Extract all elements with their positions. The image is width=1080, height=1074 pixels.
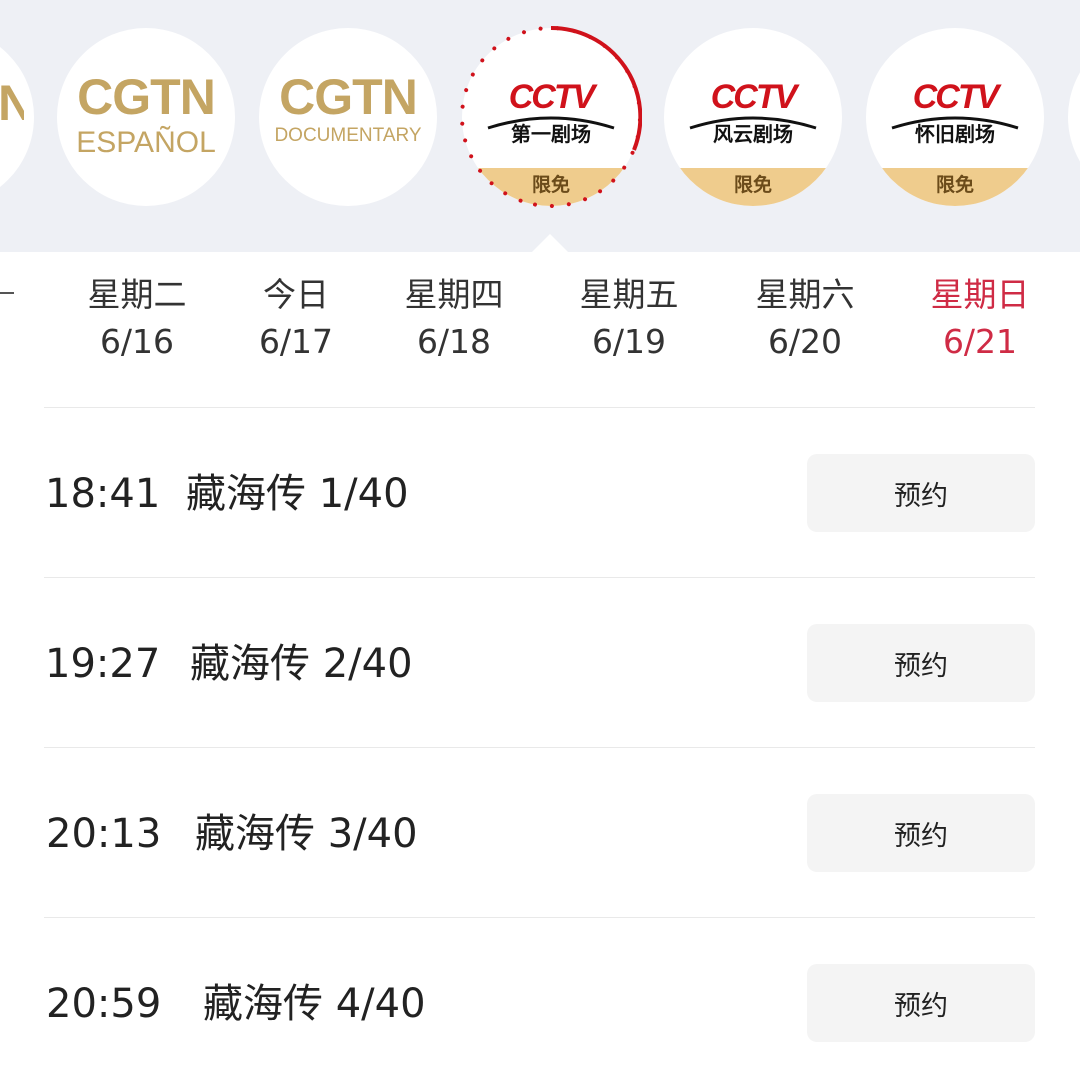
cgtn-logo-text: CGTN bbox=[279, 69, 418, 125]
day-tab-thursday[interactable]: 星期四 6/18 bbox=[384, 278, 524, 358]
channel-partial-label: N bbox=[0, 78, 24, 128]
day-tab-weekday: 星期二 bbox=[87, 275, 187, 314]
free-badge: 限免 bbox=[866, 168, 1044, 206]
channel-cgtn-documentary[interactable]: CGTN DOCUMENTARY bbox=[259, 28, 437, 206]
day-tab-tuesday[interactable]: 星期二 6/16 bbox=[67, 278, 207, 358]
reserve-button[interactable]: 预约 bbox=[807, 624, 1035, 702]
cgtn-logo-text: CGTN bbox=[77, 69, 216, 125]
day-tab-date: 6/21 bbox=[942, 322, 1018, 361]
reserve-button[interactable]: 预约 bbox=[807, 794, 1035, 872]
channel-cctv-fengyun-juchang[interactable]: CCTV 风云剧场 限免 bbox=[664, 28, 842, 206]
day-tab-saturday[interactable]: 星期六 6/20 bbox=[735, 278, 875, 358]
channel-name: 第一剧场 bbox=[511, 122, 591, 146]
channel-name: 怀旧剧场 bbox=[915, 122, 995, 146]
day-tab-weekday: 星期五 bbox=[579, 275, 679, 314]
cctv-logo-text: CCTV bbox=[710, 78, 798, 116]
channel-strip: N CGTN ESPAÑOL CGTN DOCUMENTARY CCTV 第一剧… bbox=[0, 0, 1080, 252]
day-tab-date: 6/18 bbox=[416, 322, 492, 361]
day-tab-today[interactable]: 今日 6/17 bbox=[226, 278, 366, 358]
day-tab-partial-edge bbox=[0, 292, 14, 294]
cctv-logo: CCTV bbox=[664, 80, 842, 114]
channel-cgtn-espanol[interactable]: CGTN ESPAÑOL bbox=[57, 28, 235, 206]
day-tab-date: 6/16 bbox=[99, 322, 175, 361]
cctv-logo-text: CCTV bbox=[912, 78, 1000, 116]
channel-partial-left[interactable]: N bbox=[0, 28, 34, 206]
day-tab-friday[interactable]: 星期五 6/19 bbox=[559, 278, 699, 358]
reserve-button[interactable]: 预约 bbox=[807, 454, 1035, 532]
day-tab-weekday: 星期日 bbox=[930, 275, 1030, 314]
free-badge: 限免 bbox=[664, 168, 842, 206]
program-row[interactable]: 20:13 藏海传 3/40 预约 bbox=[44, 748, 1035, 917]
day-tab-date: 6/17 bbox=[258, 322, 334, 361]
day-tabs: 星期二 6/16 今日 6/17 星期四 6/18 星期五 6/19 星期六 6… bbox=[0, 252, 1080, 407]
channel-cctv-huaijiu-juchang[interactable]: CCTV 怀旧剧场 限免 bbox=[866, 28, 1044, 206]
channel-cctv-diyi-juchang[interactable]: CCTV 第一剧场 限免 bbox=[462, 28, 640, 206]
selected-channel-pointer bbox=[531, 234, 569, 253]
program-row[interactable]: 20:59 藏海传 4/40 预约 bbox=[44, 918, 1035, 1074]
program-list: 18:41 藏海传 1/40 预约 19:27 藏海传 2/40 预约 20:1… bbox=[44, 407, 1035, 1074]
program-title: 藏海传 4/40 bbox=[203, 981, 426, 1027]
program-row[interactable]: 18:41 藏海传 1/40 预约 bbox=[44, 408, 1035, 577]
program-time: 20:13 bbox=[46, 811, 162, 857]
cctv-logo: CCTV bbox=[866, 80, 1044, 114]
program-title: 藏海传 3/40 bbox=[195, 811, 418, 857]
day-tab-weekday: 星期四 bbox=[404, 275, 504, 314]
program-time: 18:41 bbox=[45, 471, 161, 517]
cgtn-sub-text: ESPAÑOL bbox=[76, 126, 216, 159]
cgtn-sub-text: DOCUMENTARY bbox=[274, 125, 422, 146]
channel-name: 风云剧场 bbox=[713, 122, 793, 146]
cctv-logo: CCTV bbox=[462, 80, 640, 114]
day-tab-sunday[interactable]: 星期日 6/21 bbox=[910, 278, 1050, 358]
program-title: 藏海传 2/40 bbox=[190, 641, 413, 687]
program-title: 藏海传 1/40 bbox=[186, 471, 409, 517]
day-tab-weekday: 星期六 bbox=[755, 275, 855, 314]
cctv-logo-text: CCTV bbox=[508, 78, 596, 116]
program-time: 19:27 bbox=[45, 641, 161, 687]
day-tab-date: 6/20 bbox=[767, 322, 843, 361]
day-tab-date: 6/19 bbox=[591, 322, 667, 361]
free-badge: 限免 bbox=[462, 168, 640, 206]
day-tab-weekday: 今日 bbox=[263, 275, 329, 314]
channel-partial-right[interactable] bbox=[1068, 28, 1080, 206]
program-row[interactable]: 19:27 藏海传 2/40 预约 bbox=[44, 578, 1035, 747]
reserve-button[interactable]: 预约 bbox=[807, 964, 1035, 1042]
program-time: 20:59 bbox=[46, 981, 162, 1027]
